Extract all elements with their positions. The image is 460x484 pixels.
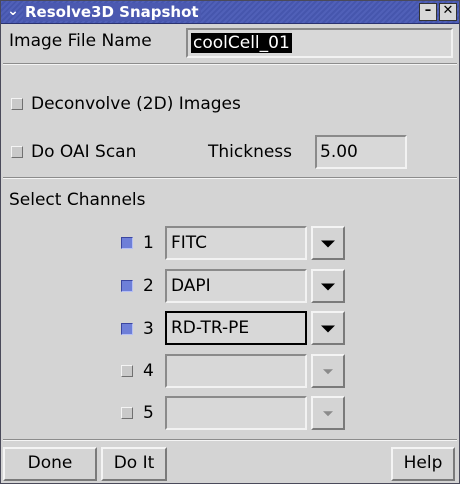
window-menu-chevron-down-icon[interactable]: ⌄: [5, 3, 21, 19]
channel-1-dropdown-button[interactable]: [311, 226, 345, 260]
thickness-value: 5.00: [320, 142, 358, 162]
channel-4-dropdown-button[interactable]: [311, 354, 345, 388]
channel-3-dropdown-button[interactable]: [311, 311, 345, 345]
channel-2-checkbox[interactable]: [121, 280, 133, 292]
chevron-down-icon: [321, 240, 335, 248]
channel-1-value: FITC: [171, 233, 208, 253]
channel-5-dropdown-button[interactable]: [311, 396, 345, 430]
channel-1-number: 1: [143, 233, 154, 253]
channel-5-combo-entry[interactable]: [165, 396, 307, 430]
chevron-down-icon: [323, 411, 333, 417]
channel-3-value: RD-TR-PE: [171, 318, 250, 338]
minimize-button[interactable]: –: [419, 3, 437, 21]
channel-2-number: 2: [143, 276, 154, 296]
deconvolve-checkbox[interactable]: [11, 98, 23, 110]
oai-scan-checkbox[interactable]: [11, 146, 23, 158]
thickness-label: Thickness: [208, 142, 293, 162]
chevron-down-icon: [321, 325, 335, 333]
channel-5-checkbox[interactable]: [121, 407, 133, 419]
help-button[interactable]: Help: [391, 447, 455, 481]
channel-3-checkbox[interactable]: [121, 323, 133, 335]
select-channels-heading: Select Channels: [9, 190, 146, 210]
deconvolve-label: Deconvolve (2D) Images: [31, 94, 241, 114]
channel-3-number: 3: [143, 319, 154, 339]
thickness-input[interactable]: 5.00: [315, 135, 407, 169]
channel-3-combo-entry[interactable]: RD-TR-PE: [165, 311, 307, 345]
image-file-name-label: Image File Name: [9, 31, 152, 51]
resolve3d-window: ⌄ Resolve3D Snapshot – ✕ Image File Name…: [0, 0, 460, 484]
close-button[interactable]: ✕: [439, 3, 457, 21]
image-file-name-value: coolCell_01: [191, 33, 292, 53]
channel-1-checkbox[interactable]: [121, 237, 133, 249]
chevron-down-icon: [321, 283, 335, 291]
image-file-name-input[interactable]: coolCell_01: [186, 28, 453, 58]
channel-4-combo-entry[interactable]: [165, 354, 307, 388]
separator: [3, 177, 457, 179]
channel-5-number: 5: [143, 403, 154, 423]
channel-2-combo-entry[interactable]: DAPI: [165, 269, 307, 303]
chevron-down-icon: [323, 369, 333, 375]
channel-2-value: DAPI: [171, 276, 211, 296]
title-bar[interactable]: ⌄ Resolve3D Snapshot – ✕: [1, 1, 459, 24]
done-button[interactable]: Done: [3, 447, 97, 481]
channel-1-combo-entry[interactable]: FITC: [165, 226, 307, 260]
channel-2-dropdown-button[interactable]: [311, 269, 345, 303]
window-title: Resolve3D Snapshot: [23, 3, 201, 21]
separator: [3, 439, 457, 441]
channel-4-number: 4: [143, 361, 154, 381]
channel-4-checkbox[interactable]: [121, 365, 133, 377]
oai-scan-label: Do OAI Scan: [31, 142, 137, 162]
do-it-button[interactable]: Do It: [101, 447, 167, 481]
separator: [3, 63, 457, 65]
